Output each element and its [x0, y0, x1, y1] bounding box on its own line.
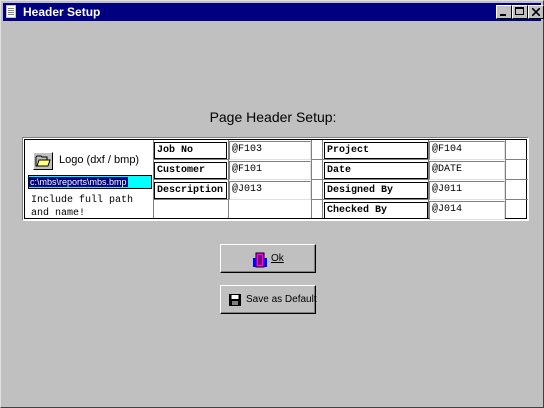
logo-browse-button[interactable]	[33, 152, 53, 170]
project-field[interactable]: @F104	[429, 141, 505, 160]
checked-by-field[interactable]: @J014	[429, 201, 505, 220]
save-as-default-button[interactable]: Save as Default	[220, 285, 317, 314]
folder-open-icon	[35, 155, 51, 167]
customer-field[interactable]: @F101	[229, 161, 311, 180]
customer-label: Customer	[154, 162, 227, 179]
ok-button-label: Ok	[271, 253, 284, 264]
door-exit-icon	[253, 252, 267, 268]
hint-line: and name!	[31, 208, 86, 219]
logo-path-value: c:\mbs\reports\mbs.bmp	[29, 177, 128, 187]
header-fields-panel: Logo (dxf / bmp) c:\mbs\reports\mbs.bmp …	[22, 137, 529, 221]
title-bar[interactable]: Header Setup	[3, 3, 544, 21]
job-no-field[interactable]: @F103	[229, 141, 311, 160]
checked-by-label: Checked By	[324, 202, 428, 219]
window-title: Header Setup	[23, 5, 101, 19]
header-setup-window: Header Setup Page Header Setup: Logo (dx…	[0, 0, 544, 408]
date-label: Date	[324, 162, 428, 179]
designed-by-label: Designed By	[324, 182, 428, 199]
header-fields-grid: Logo (dxf / bmp) c:\mbs\reports\mbs.bmp …	[24, 139, 528, 220]
logo-path-input[interactable]: c:\mbs\reports\mbs.bmp	[28, 175, 152, 189]
ok-button[interactable]: Ok	[220, 244, 316, 273]
document-icon	[6, 5, 16, 18]
logo-label: Logo (dxf / bmp)	[59, 154, 140, 166]
project-label: Project	[324, 142, 428, 159]
ok-label-text: Ok	[271, 253, 284, 264]
maximize-button[interactable]	[512, 5, 528, 19]
page-header-setup-heading: Page Header Setup:	[209, 109, 337, 125]
job-no-label: Job No	[154, 142, 227, 159]
designed-by-field[interactable]: @J011	[429, 181, 505, 200]
maximize-icon	[515, 7, 524, 15]
close-button[interactable]	[528, 5, 544, 19]
logo-path-hint: Include full path and name!	[31, 194, 161, 220]
minimize-icon	[500, 14, 506, 16]
floppy-disk-icon	[229, 294, 241, 306]
hint-line: Include full path	[31, 195, 134, 206]
description-label: Description	[154, 182, 227, 199]
date-field[interactable]: @DATE	[429, 161, 505, 180]
close-icon	[532, 8, 540, 16]
description-field[interactable]: @J013	[229, 181, 311, 200]
minimize-button[interactable]	[496, 5, 512, 19]
save-as-default-label: Save as Default	[246, 294, 317, 305]
